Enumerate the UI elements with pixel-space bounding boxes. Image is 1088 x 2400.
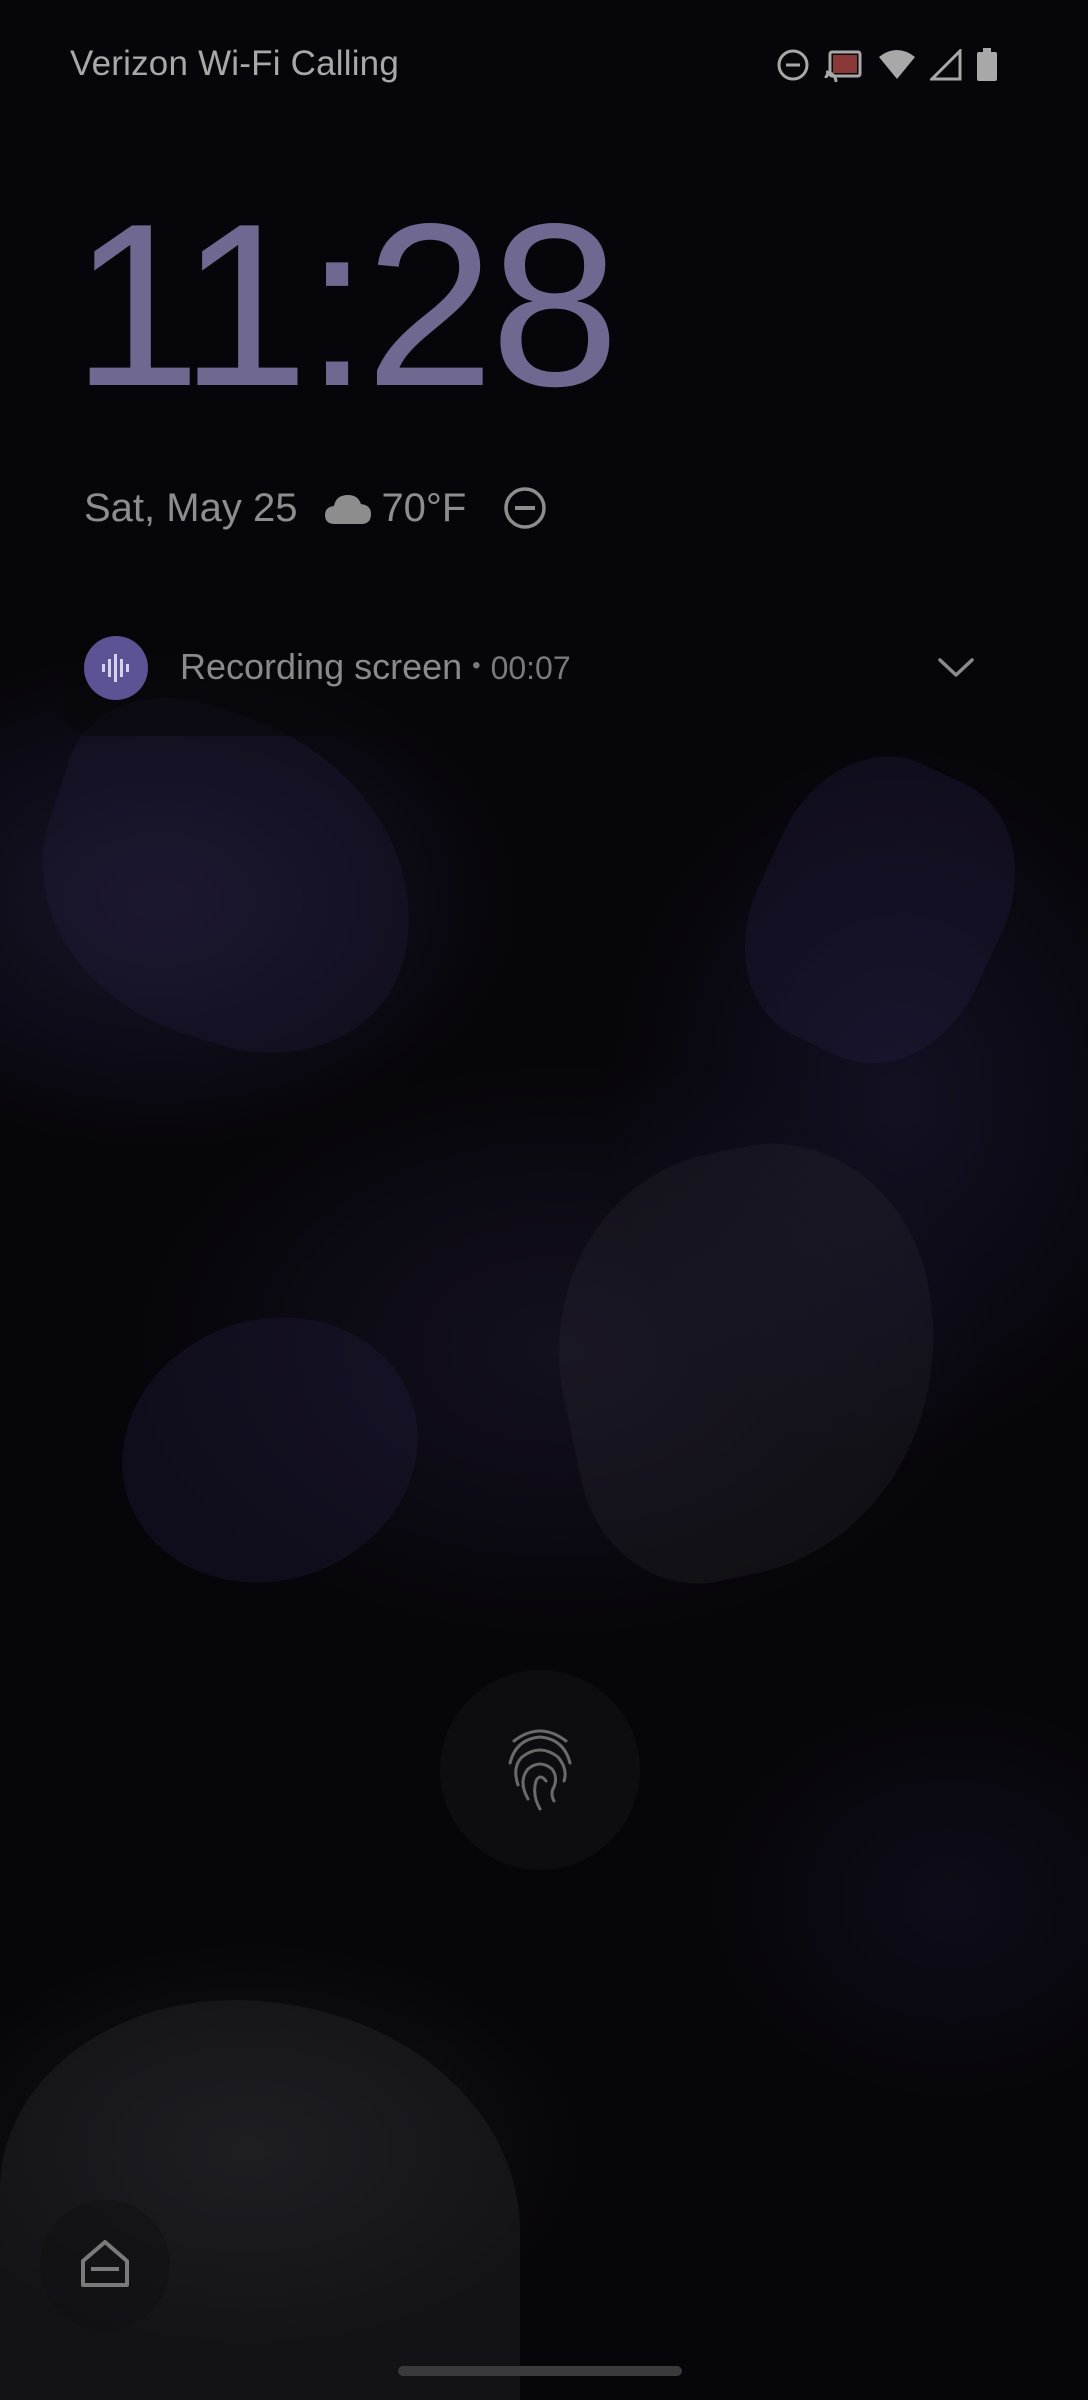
fingerprint-icon (506, 1725, 574, 1816)
notification-elapsed-time: 00:07 (490, 650, 571, 686)
cast-icon (824, 48, 864, 82)
status-bar: Verizon Wi-Fi Calling (0, 0, 1088, 134)
notification-text: Recording screen • 00:07 (180, 646, 571, 688)
wifi-icon (878, 49, 916, 81)
wallpaper-rock (0, 2000, 520, 2400)
fingerprint-sensor[interactable] (440, 1670, 640, 1870)
notification-title: Recording screen (180, 646, 463, 687)
status-icons (776, 48, 998, 82)
sound-wave-icon (84, 636, 148, 700)
lockscreen-clock: 11:28 (72, 176, 619, 435)
date-label: Sat, May 25 (84, 485, 298, 530)
screen-recording-notification[interactable]: Recording screen • 00:07 (62, 600, 1026, 736)
battery-icon (976, 48, 998, 82)
notification-separator: • (472, 652, 481, 679)
cloud-icon (323, 490, 373, 526)
home-icon (77, 2237, 133, 2294)
home-shortcut-button[interactable] (40, 2200, 170, 2330)
do-not-disturb-icon (502, 485, 548, 531)
wallpaper-rock (707, 723, 1053, 1097)
wallpaper-rock (520, 1115, 980, 1605)
chevron-down-icon[interactable] (934, 646, 978, 690)
wallpaper-rock (84, 1276, 456, 1624)
temperature-label: 70°F (381, 485, 467, 530)
do-not-disturb-icon (776, 48, 810, 82)
carrier-label: Verizon Wi-Fi Calling (70, 44, 400, 83)
cell-signal-icon (930, 49, 962, 81)
date-weather-row[interactable]: Sat, May 25 70°F (84, 478, 548, 538)
gesture-nav-handle[interactable] (398, 2366, 682, 2376)
